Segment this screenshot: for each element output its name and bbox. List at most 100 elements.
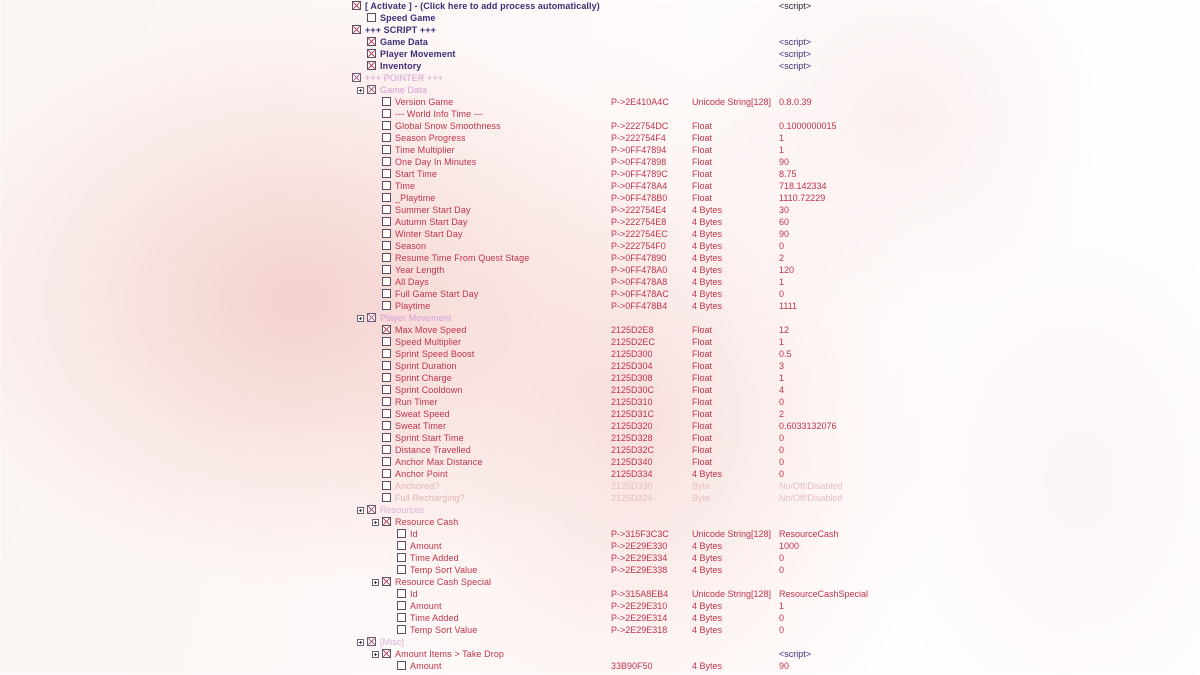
entry-value[interactable]: 2	[779, 408, 784, 420]
checkbox-checked[interactable]	[352, 73, 361, 82]
checkbox-checked[interactable]	[367, 37, 376, 46]
checkbox-unchecked[interactable]	[397, 553, 406, 562]
checkbox-unchecked[interactable]	[382, 253, 391, 262]
entry-address[interactable]: P->0FF47890	[611, 252, 666, 264]
table-row[interactable]: Sweat Speed 2125D31C Float 2	[0, 408, 1200, 420]
entry-type[interactable]: 4 Bytes	[692, 624, 722, 636]
checkbox-unchecked[interactable]	[382, 241, 391, 250]
entry-description[interactable]: Amount	[410, 660, 442, 672]
table-row[interactable]: Global Snow Smoothness P->222754DC Float 0.…	[0, 120, 1200, 132]
entry-description[interactable]: Distance Travelled	[395, 444, 471, 456]
table-row[interactable]: Temp Sort Value P->2E29E318 4 Bytes 0	[0, 624, 1200, 636]
table-row[interactable]: Game Data <script>	[0, 36, 1200, 48]
table-row[interactable]: Sprint Duration 2125D304 Float 3	[0, 360, 1200, 372]
entry-address[interactable]: P->2E29E310	[611, 600, 667, 612]
table-row[interactable]: Temp Sort Value P->2E29E338 4 Bytes 0	[0, 564, 1200, 576]
checkbox-unchecked[interactable]	[397, 661, 406, 670]
table-row[interactable]: Year Length P->0FF478A0 4 Bytes 120	[0, 264, 1200, 276]
entry-description[interactable]: Full Game Start Day	[395, 288, 478, 300]
expand-plus-icon[interactable]	[372, 579, 379, 586]
entry-description[interactable]: Id	[410, 588, 418, 600]
table-row[interactable]: [Misc]	[0, 636, 1200, 648]
entry-value[interactable]: 0	[779, 396, 784, 408]
entry-description[interactable]: Time Multiplier	[395, 144, 455, 156]
entry-type[interactable]: Float	[692, 192, 712, 204]
entry-value[interactable]: 0	[779, 468, 784, 480]
checkbox-unchecked[interactable]	[382, 445, 391, 454]
entry-type[interactable]: Unicode String[128]	[692, 528, 771, 540]
entry-type[interactable]: Float	[692, 420, 712, 432]
entry-address[interactable]: 2125D2EC	[611, 336, 655, 348]
entry-address[interactable]: 2125D334	[611, 468, 653, 480]
table-row[interactable]: Player Movement <script>	[0, 48, 1200, 60]
entry-address[interactable]: 2125D31C	[611, 408, 654, 420]
checkbox-unchecked[interactable]	[397, 613, 406, 622]
table-row[interactable]: Playtime P->0FF478B4 4 Bytes 1111	[0, 300, 1200, 312]
entry-description[interactable]: Speed Game	[380, 12, 436, 24]
checkbox-unchecked[interactable]	[382, 421, 391, 430]
checkbox-unchecked[interactable]	[382, 121, 391, 130]
entry-address[interactable]: 2125D2E8	[611, 324, 654, 336]
entry-description[interactable]: Id	[410, 528, 418, 540]
entry-value[interactable]: <script>	[779, 60, 811, 72]
entry-description[interactable]: Inventory	[380, 60, 421, 72]
entry-description[interactable]: Resources	[380, 504, 424, 516]
table-row[interactable]: Id P->315A8EB4 Unicode String[128] Resource…	[0, 588, 1200, 600]
entry-type[interactable]: 4 Bytes	[692, 300, 722, 312]
entry-value[interactable]: 0	[779, 612, 784, 624]
entry-description[interactable]: Year Length	[395, 264, 444, 276]
entry-address[interactable]: 2125D324	[611, 492, 653, 504]
entry-value[interactable]: <script>	[779, 648, 811, 660]
table-row[interactable]: [ Activate ] - (Click here to add proces…	[0, 0, 1200, 12]
entry-type[interactable]: 4 Bytes	[692, 204, 722, 216]
entry-value[interactable]: 1	[779, 600, 784, 612]
checkbox-unchecked[interactable]	[382, 145, 391, 154]
entry-type[interactable]: 4 Bytes	[692, 240, 722, 252]
expand-plus-icon[interactable]	[357, 315, 364, 322]
entry-description[interactable]: Sweat Speed	[395, 408, 450, 420]
entry-address[interactable]: P->0FF478AC	[611, 288, 669, 300]
entry-address[interactable]: P->0FF47898	[611, 156, 666, 168]
entry-type[interactable]: Float	[692, 408, 712, 420]
table-row[interactable]: Anchored? 2125D330 Byte No/Off/Disabled	[0, 480, 1200, 492]
checkbox-unchecked[interactable]	[382, 433, 391, 442]
entry-type[interactable]: Float	[692, 444, 712, 456]
entry-value[interactable]: 0	[779, 240, 784, 252]
entry-description[interactable]: Anchor Point	[395, 468, 448, 480]
table-row[interactable]: Amount 33B90F50 4 Bytes 90	[0, 660, 1200, 672]
entry-address[interactable]: 33B90F50	[611, 660, 653, 672]
entry-address[interactable]: 2125D310	[611, 396, 653, 408]
table-row[interactable]: Time Added P->2E29E334 4 Bytes 0	[0, 552, 1200, 564]
checkbox-checked[interactable]	[367, 637, 376, 646]
table-row[interactable]: Season Progress P->222754F4 Float 1	[0, 132, 1200, 144]
checkbox-unchecked[interactable]	[382, 397, 391, 406]
entry-type[interactable]: 4 Bytes	[692, 276, 722, 288]
entry-value[interactable]: ResourceCash	[779, 528, 839, 540]
table-row[interactable]: Version Game P->2E410A4C Unicode String[12…	[0, 96, 1200, 108]
checkbox-unchecked[interactable]	[382, 481, 391, 490]
entry-type[interactable]: Float	[692, 456, 712, 468]
checkbox-checked[interactable]	[367, 313, 376, 322]
entry-value[interactable]: ResourceCashSpecial	[779, 588, 868, 600]
entry-value[interactable]: 90	[779, 660, 789, 672]
entry-value[interactable]: 1	[779, 132, 784, 144]
table-row[interactable]: Speed Game	[0, 12, 1200, 24]
table-row[interactable]: Time P->0FF478A4 Float 718.142334	[0, 180, 1200, 192]
table-row[interactable]: Amount Items > Take Drop <script>	[0, 648, 1200, 660]
checkbox-checked[interactable]	[367, 61, 376, 70]
checkbox-unchecked[interactable]	[382, 97, 391, 106]
entry-value[interactable]: 1000	[779, 540, 799, 552]
entry-description[interactable]: Amount	[410, 540, 442, 552]
table-row[interactable]: Anchor Max Distance 2125D340 Float 0	[0, 456, 1200, 468]
table-row[interactable]: All Days P->0FF478A8 4 Bytes 1	[0, 276, 1200, 288]
entry-address[interactable]: P->222754E8	[611, 216, 666, 228]
entry-value[interactable]: 2	[779, 252, 784, 264]
checkbox-checked[interactable]	[367, 505, 376, 514]
checkbox-unchecked[interactable]	[397, 589, 406, 598]
entry-description[interactable]: Resume Time From Quest Stage	[395, 252, 529, 264]
entry-type[interactable]: 4 Bytes	[692, 540, 722, 552]
entry-address[interactable]: P->2E29E318	[611, 624, 667, 636]
table-row[interactable]: Distance Travelled 2125D32C Float 0	[0, 444, 1200, 456]
entry-address[interactable]: 2125D30C	[611, 384, 654, 396]
table-row[interactable]: Inventory <script>	[0, 60, 1200, 72]
